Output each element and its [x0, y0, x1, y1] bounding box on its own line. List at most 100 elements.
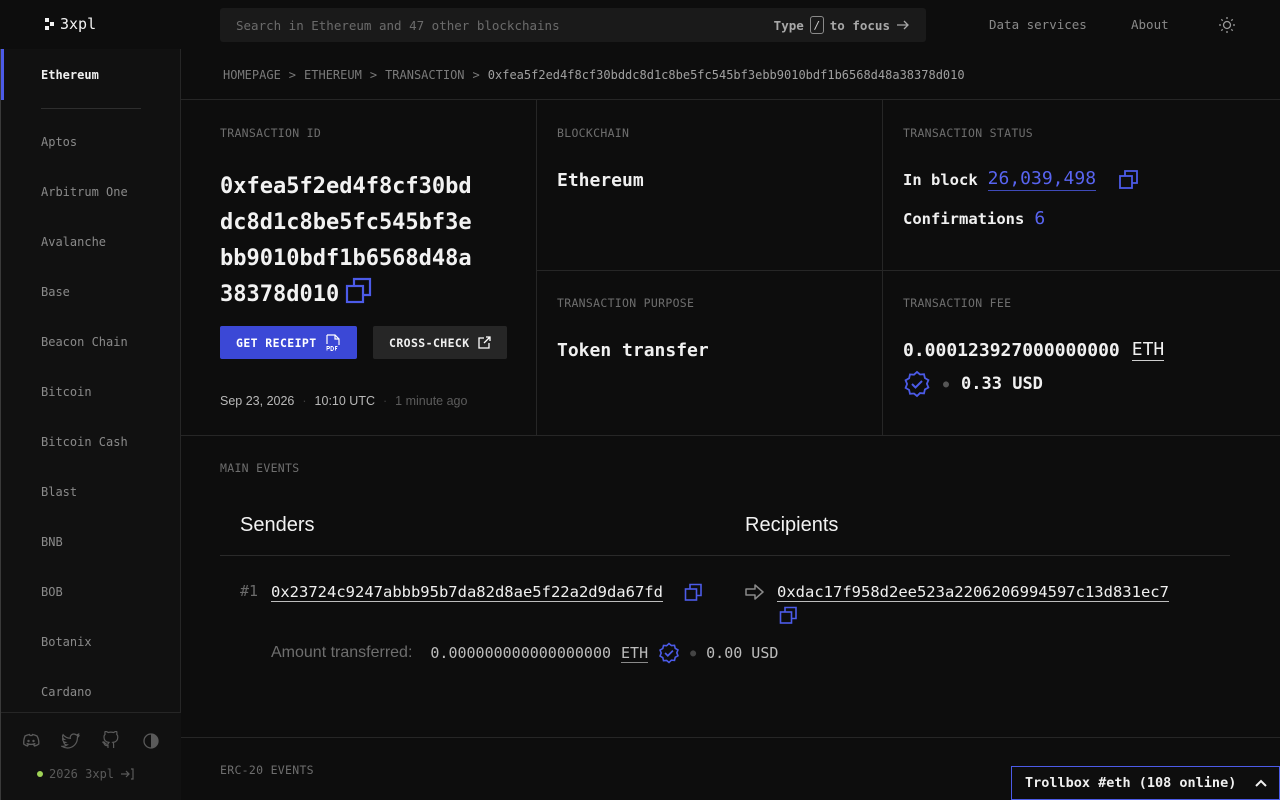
sidebar-item-botanix[interactable]: Botanix [41, 635, 128, 685]
twitter-icon[interactable] [61, 731, 81, 751]
sidebar-item-bnb[interactable]: BNB [41, 535, 128, 585]
top-bar: 3xpl Type / to focus Data services About [0, 0, 1280, 49]
logo-link[interactable]: 3xpl [44, 14, 96, 34]
sidebar-item-avalanche[interactable]: Avalanche [41, 235, 128, 285]
in-block-row: In block 26,039,498 [903, 168, 1140, 191]
nav-about[interactable]: About [1131, 17, 1169, 32]
breadcrumb-ethereum[interactable]: ETHEREUM [304, 68, 362, 82]
transaction-date: Sep 23, 2026 [220, 394, 295, 408]
get-receipt-button[interactable]: GET RECEIPT [220, 326, 357, 359]
pdf-icon [325, 333, 340, 351]
sidebar-item-bitcoin[interactable]: Bitcoin [41, 385, 128, 435]
blockchain-value: Ethereum [557, 170, 644, 191]
breadcrumb-current: 0xfea5f2ed4f8cf30bddc8d1c8be5fc545bf3ebb… [487, 68, 965, 82]
breadcrumb-separator: > [369, 68, 378, 82]
copyright-text: 2026 3xpl [49, 767, 115, 781]
contrast-icon[interactable] [141, 731, 161, 751]
block-number-link[interactable]: 26,039,498 [987, 168, 1097, 191]
breadcrumb-separator: > [288, 68, 297, 82]
search-hint: Type / to focus [774, 16, 910, 34]
arrow-right-icon [897, 20, 909, 30]
main-content: HOMEPAGE > ETHEREUM > TRANSACTION > 0xfe… [181, 49, 1280, 800]
fee-usd-value: 0.33 USD [961, 374, 1043, 394]
nav-data-services[interactable]: Data services [989, 17, 1087, 32]
get-receipt-label: GET RECEIPT [236, 335, 317, 350]
search-bar[interactable]: Type / to focus [220, 8, 926, 42]
transaction-age: 1 minute ago [395, 394, 468, 408]
slash-key-icon: / [809, 16, 824, 34]
status-dot-icon [37, 771, 43, 777]
amount-usd-value: 0.00 USD [706, 644, 779, 662]
sidebar-divider [41, 108, 141, 109]
separator: ● [690, 647, 697, 659]
trollbox-toggle[interactable]: Trollbox #eth (108 online) [1011, 766, 1280, 800]
in-block-label: In block [903, 170, 978, 189]
breadcrumb: HOMEPAGE > ETHEREUM > TRANSACTION > 0xfe… [223, 68, 965, 82]
cross-check-button[interactable]: CROSS-CHECK [373, 326, 507, 359]
transaction-purpose-label: TRANSACTION PURPOSE [557, 296, 695, 310]
fee-amount: 0.000123927000000000 [903, 339, 1120, 361]
confirmations-row: Confirmations 6 [903, 208, 1045, 229]
breadcrumb-homepage[interactable]: HOMEPAGE [223, 68, 281, 82]
transaction-status-label: TRANSACTION STATUS [903, 126, 1034, 140]
amount-value: 0.000000000000000000 [430, 644, 612, 662]
logout-icon[interactable] [120, 768, 134, 780]
arrow-right-icon [745, 584, 764, 600]
divider [536, 100, 537, 435]
sidebar: Ethereum Aptos Arbitrum One Avalanche Ba… [0, 49, 181, 800]
transaction-datetime: Sep 23, 2026 · 10:10 UTC · 1 minute ago [220, 394, 467, 408]
recipient-address-link[interactable]: 0xdac17f958d2ee523a2206206994597c13d831e… [777, 583, 1169, 602]
amount-unit-link[interactable]: ETH [621, 644, 649, 663]
sidebar-item-arbitrum-one[interactable]: Arbitrum One [41, 185, 128, 235]
recipients-title: Recipients [745, 514, 839, 536]
transaction-id-label: TRANSACTION ID [220, 126, 322, 140]
sidebar-item-beacon-chain[interactable]: Beacon Chain [41, 335, 128, 385]
separator: ● [943, 378, 950, 390]
separator: · [383, 394, 388, 408]
sidebar-list: Aptos Arbitrum One Avalanche Base Beacon… [41, 135, 128, 735]
sidebar-item-aptos[interactable]: Aptos [41, 135, 128, 185]
confirmations-label: Confirmations [903, 209, 1025, 228]
sidebar-item-bitcoin-cash[interactable]: Bitcoin Cash [41, 435, 128, 485]
breadcrumb-transaction[interactable]: TRANSACTION [385, 68, 464, 82]
logo-text: 3xpl [60, 15, 97, 33]
copy-icon[interactable] [1118, 169, 1140, 191]
logo-icon [45, 18, 54, 30]
sidebar-item-ethereum[interactable]: Ethereum [1, 49, 181, 100]
sidebar-item-blast[interactable]: Blast [41, 485, 128, 535]
fee-amount-row: 0.000123927000000000 ETH [903, 339, 1165, 361]
sidebar-item-bob[interactable]: BOB [41, 585, 128, 635]
transaction-time: 10:10 UTC [314, 394, 375, 408]
copyright: 2026 3xpl [37, 767, 134, 781]
search-input[interactable] [236, 17, 774, 33]
sender-address-link[interactable]: 0x23724c9247abbb95b7da82d8ae5f22a2d9da67… [271, 583, 663, 602]
search-hint-suffix: to focus [829, 17, 890, 33]
verified-badge-icon [659, 642, 680, 664]
sun-icon[interactable] [1218, 16, 1236, 34]
cross-check-label: CROSS-CHECK [389, 335, 470, 350]
copy-icon[interactable] [684, 583, 703, 602]
erc20-events-label: ERC-20 EVENTS [220, 763, 314, 777]
chevron-up-icon [1255, 779, 1267, 787]
discord-icon[interactable] [21, 731, 41, 751]
copy-icon[interactable] [345, 277, 373, 305]
divider [537, 270, 1280, 271]
main-events-label: MAIN EVENTS [220, 461, 300, 475]
transaction-fee-label: TRANSACTION FEE [903, 296, 1012, 310]
senders-title: Senders [240, 514, 315, 536]
confirmations-value: 6 [1034, 208, 1046, 229]
event-index: #1 [240, 582, 259, 600]
separator: · [302, 394, 307, 408]
transaction-id: 0xfea5f2ed4f8cf30bddc8d1c8be5fc545bf3ebb… [220, 169, 480, 313]
amount-transferred-label: Amount transferred: [271, 644, 413, 661]
sidebar-item-base[interactable]: Base [41, 285, 128, 335]
search-hint-prefix: Type [773, 17, 804, 33]
divider [882, 100, 883, 435]
blockchain-label: BLOCKCHAIN [557, 126, 630, 140]
github-icon[interactable] [101, 731, 121, 751]
divider [220, 555, 1230, 556]
fee-usd-row: ● 0.33 USD [903, 370, 1043, 398]
copy-icon[interactable] [779, 606, 798, 625]
fee-unit-link[interactable]: ETH [1131, 339, 1165, 361]
divider [181, 99, 1280, 100]
